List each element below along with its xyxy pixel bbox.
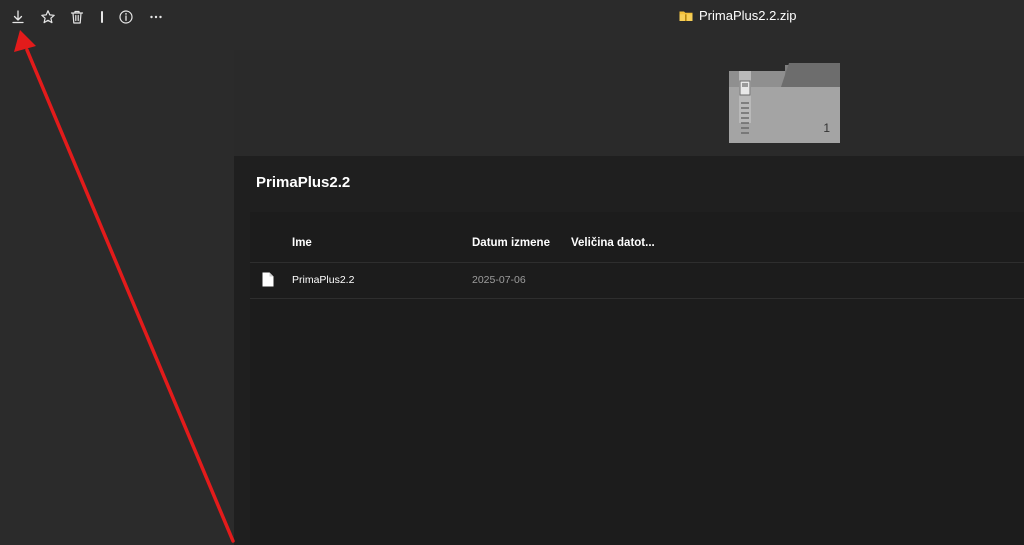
star-icon [41, 10, 55, 24]
trash-icon [70, 10, 84, 24]
preview-header: 1 [234, 50, 1024, 156]
zip-folder-icon [679, 11, 693, 21]
more-horizontal-icon [150, 15, 162, 19]
left-sidebar [0, 34, 234, 545]
column-header-file-size[interactable]: Veličina datot... [571, 237, 655, 249]
file-icon [262, 272, 274, 287]
column-header-name[interactable]: Ime [292, 237, 312, 249]
list-item[interactable]: PrimaPlus2.2 2025-07-06 [250, 263, 1024, 298]
folder-title: PrimaPlus2.2 [256, 174, 351, 191]
info-icon [119, 10, 133, 24]
download-icon [12, 10, 24, 24]
row-file-name: PrimaPlus2.2 [292, 274, 355, 286]
window-title-text: PrimaPlus2.2.zip [699, 8, 797, 23]
zip-folder-thumbnail-icon: 1 [729, 63, 840, 143]
preview-item-count: 1 [823, 121, 830, 135]
more-button[interactable] [145, 6, 167, 28]
top-toolbar: PrimaPlus2.2.zip [0, 0, 1024, 34]
list-header: Ime Datum izmene Veličina datot... [250, 226, 1024, 262]
toolbar-separator [101, 11, 103, 23]
file-list: Ime Datum izmene Veličina datot... Prima… [250, 212, 1024, 545]
column-header-date-modified[interactable]: Datum izmene [472, 237, 550, 249]
file-viewer-app: PrimaPlus2.2.zip 1 PrimaPlus2.2 Ime Datu [0, 0, 1024, 545]
row-divider [250, 298, 1024, 299]
info-button[interactable] [115, 6, 137, 28]
delete-button[interactable] [66, 6, 88, 28]
content-pane: 1 PrimaPlus2.2 Ime Datum izmene Veličina… [234, 50, 1024, 545]
window-title: PrimaPlus2.2.zip [679, 8, 797, 23]
favorite-button[interactable] [37, 6, 59, 28]
row-date-modified: 2025-07-06 [472, 274, 526, 286]
download-button[interactable] [7, 6, 29, 28]
